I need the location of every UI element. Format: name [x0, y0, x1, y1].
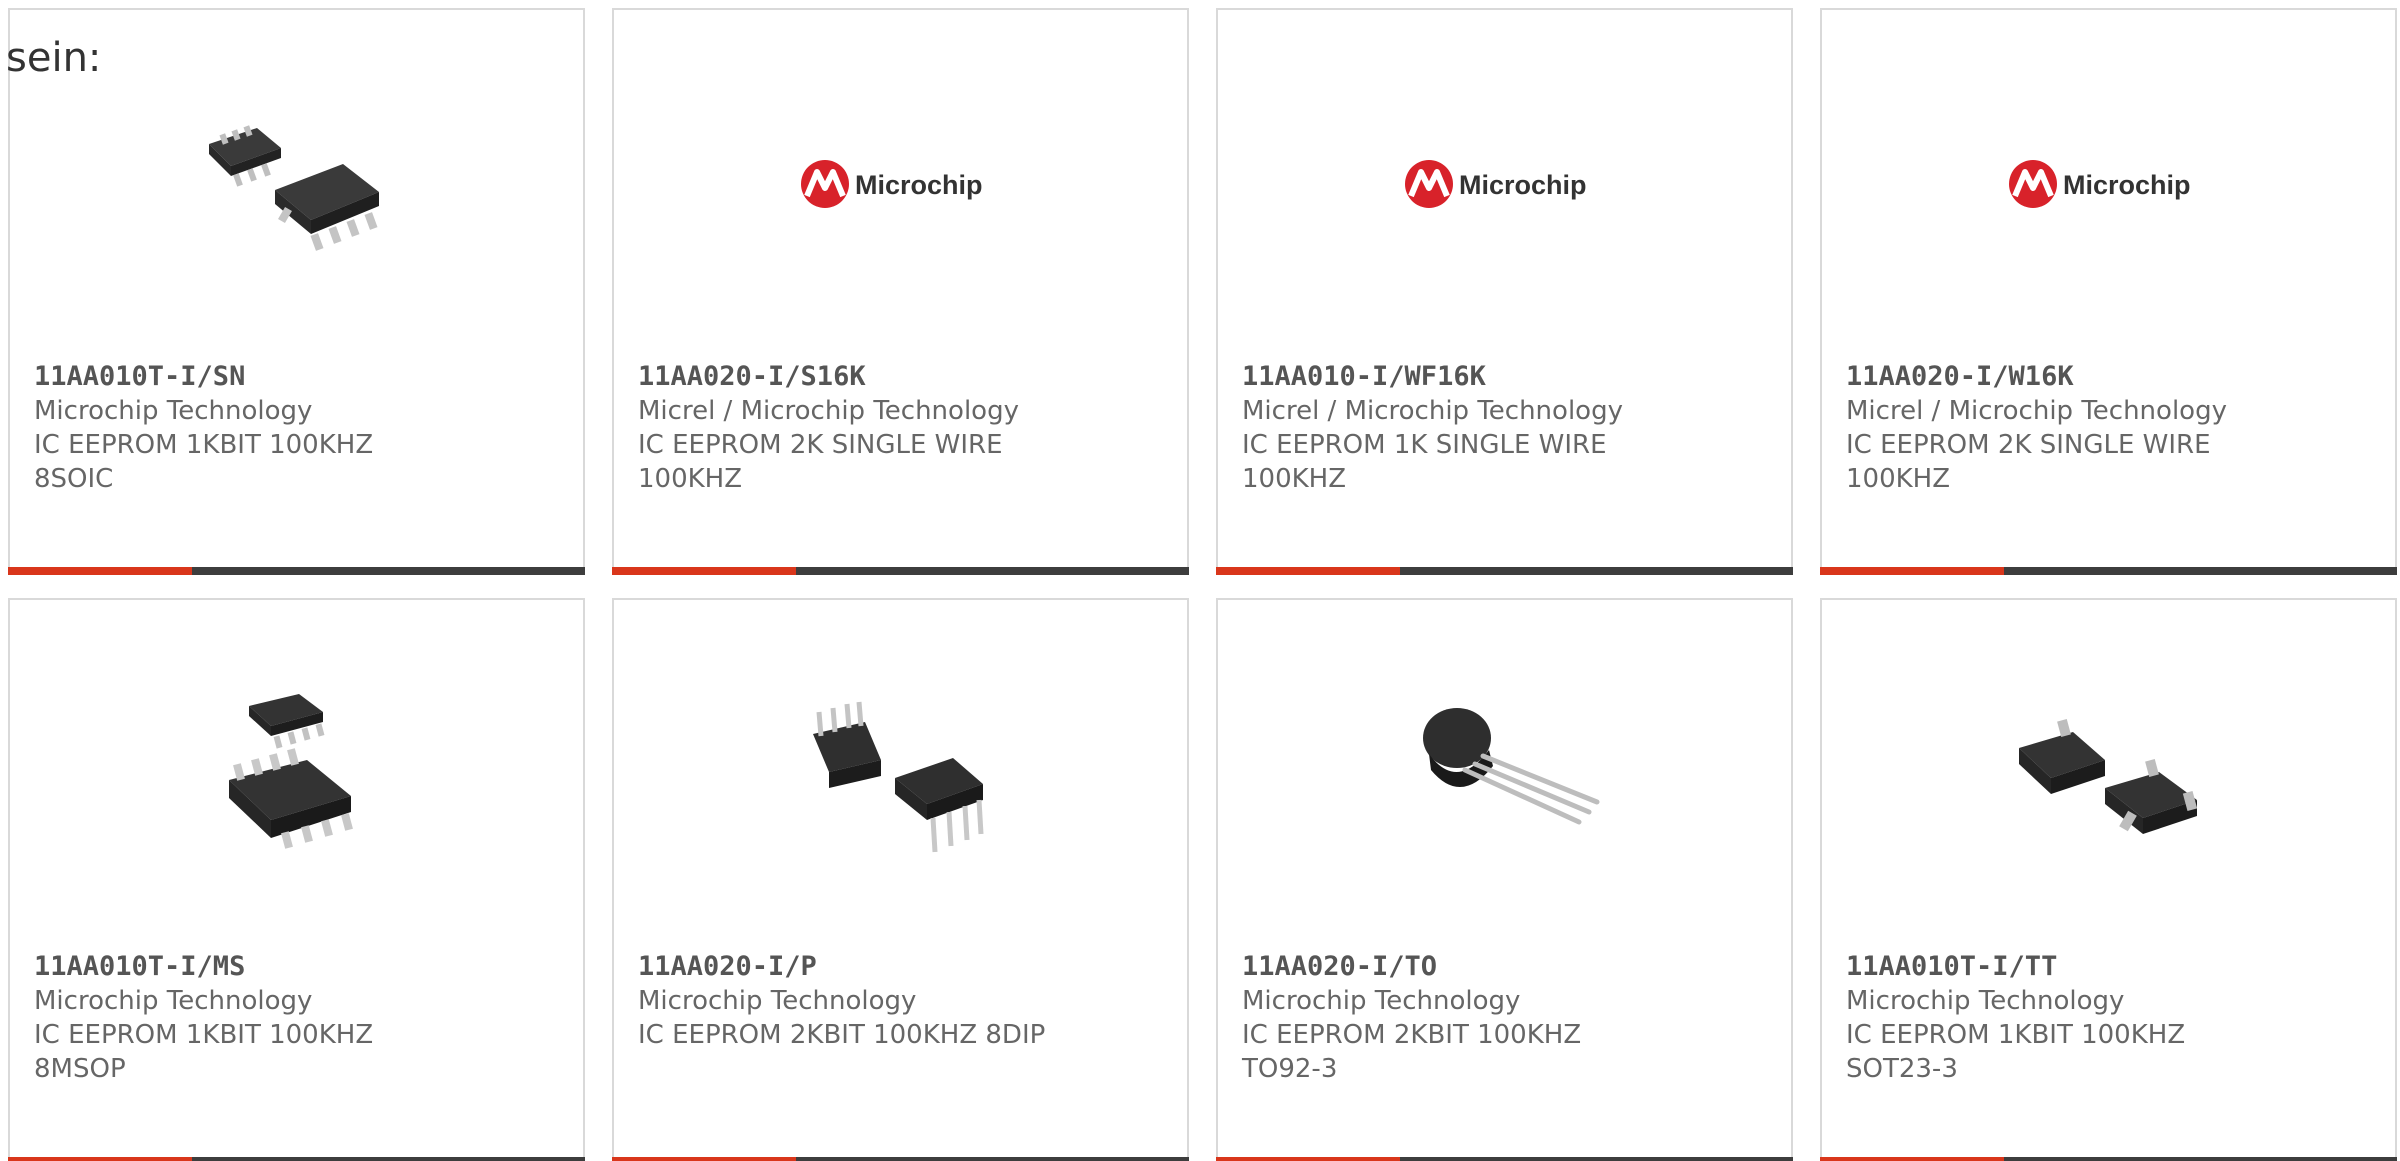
product-info: 11AA020-I/W16K Micrel / Microchip Techno… — [1846, 360, 2266, 496]
manufacturer: Microchip Technology — [1242, 986, 1521, 1016]
sot23-chip-icon — [2006, 672, 2211, 876]
product-info: 11AA020-I/TO Microchip Technology IC EEP… — [1242, 950, 1662, 1086]
description: IC EEPROM 1K SINGLE WIRE 100KHZ — [1242, 430, 1607, 494]
product-card[interactable]: 11AA020-I/P Microchip Technology IC EEPR… — [612, 598, 1189, 1161]
description: IC EEPROM 1KBIT 100KHZ SOT23-3 — [1846, 1020, 2186, 1084]
manufacturer: Microchip Technology — [34, 986, 313, 1016]
card-accent — [8, 1157, 192, 1161]
card-bottom-bar — [612, 567, 1189, 575]
manufacturer: Microchip Technology — [638, 986, 917, 1016]
product-info: 11AA010T-I/TT Microchip Technology IC EE… — [1846, 950, 2266, 1086]
product-info: 11AA020-I/S16K Micrel / Microchip Techno… — [638, 360, 1058, 496]
part-number[interactable]: 11AA010T-I/MS — [34, 951, 245, 982]
part-number[interactable]: 11AA020-I/W16K — [1846, 361, 2074, 392]
card-accent — [1216, 1157, 1400, 1161]
description: IC EEPROM 2KBIT 100KHZ TO92-3 — [1242, 1020, 1582, 1084]
description: IC EEPROM 2K SINGLE WIRE 100KHZ — [1846, 430, 2211, 494]
product-info: 11AA020-I/P Microchip Technology IC EEPR… — [638, 950, 1058, 1052]
description: IC EEPROM 1KBIT 100KHZ 8MSOP — [34, 1020, 374, 1084]
card-bottom-bar — [1216, 567, 1793, 575]
card-accent — [1820, 1157, 2004, 1161]
description: IC EEPROM 2KBIT 100KHZ 8DIP — [638, 1020, 1046, 1050]
product-info: 11AA010-I/WF16K Micrel / Microchip Techn… — [1242, 360, 1662, 496]
card-accent — [1216, 567, 1400, 575]
soic-8-chip-icon — [194, 82, 399, 286]
manufacturer: Micrel / Microchip Technology — [1242, 396, 1623, 426]
card-bottom-bar — [1820, 1157, 2397, 1161]
msop-8-chip-icon — [194, 672, 399, 876]
product-card[interactable]: 11AA010T-I/TT Microchip Technology IC EE… — [1820, 598, 2397, 1161]
description: IC EEPROM 1KBIT 100KHZ 8SOIC — [34, 430, 374, 494]
part-number[interactable]: 11AA020-I/S16K — [638, 361, 866, 392]
microchip-logo-text: Microchip — [855, 170, 983, 200]
card-bottom-bar — [1820, 567, 2397, 575]
part-number[interactable]: 11AA020-I/P — [638, 951, 817, 982]
manufacturer: Micrel / Microchip Technology — [638, 396, 1019, 426]
section-intro-text: sein: — [6, 35, 102, 81]
card-bottom-bar — [8, 1157, 585, 1161]
microchip-logo: Microchip — [1402, 82, 1607, 286]
card-accent — [1820, 567, 2004, 575]
dip-8-chip-icon — [798, 672, 1003, 876]
card-bottom-bar — [1216, 1157, 1793, 1161]
product-info: 11AA010T-I/MS Microchip Technology IC EE… — [34, 950, 454, 1086]
description: IC EEPROM 2K SINGLE WIRE 100KHZ — [638, 430, 1003, 494]
part-number[interactable]: 11AA010-I/WF16K — [1242, 361, 1486, 392]
to92-transistor-icon — [1402, 672, 1607, 876]
microchip-logo: Microchip — [2006, 82, 2211, 286]
product-card[interactable]: Microchip 11AA020-I/W16K Micrel / Microc… — [1820, 8, 2397, 575]
card-accent — [612, 1157, 796, 1161]
product-info: 11AA010T-I/SN Microchip Technology IC EE… — [34, 360, 454, 496]
microchip-logo: Microchip — [798, 82, 1003, 286]
product-card[interactable]: Microchip 11AA020-I/S16K Micrel / Microc… — [612, 8, 1189, 575]
manufacturer: Microchip Technology — [1846, 986, 2125, 1016]
product-grid: 11AA010T-I/SN Microchip Technology IC EE… — [0, 0, 2400, 1161]
part-number[interactable]: 11AA010T-I/TT — [1846, 951, 2057, 982]
card-accent — [8, 567, 192, 575]
card-bottom-bar — [612, 1157, 1189, 1161]
part-number[interactable]: 11AA010T-I/SN — [34, 361, 245, 392]
part-number[interactable]: 11AA020-I/TO — [1242, 951, 1437, 982]
microchip-logo-text: Microchip — [1459, 170, 1587, 200]
manufacturer: Micrel / Microchip Technology — [1846, 396, 2227, 426]
product-card[interactable]: Microchip 11AA010-I/WF16K Micrel / Micro… — [1216, 8, 1793, 575]
microchip-logo-text: Microchip — [2063, 170, 2191, 200]
product-card[interactable]: 11AA010T-I/MS Microchip Technology IC EE… — [8, 598, 585, 1161]
product-card[interactable]: 11AA010T-I/SN Microchip Technology IC EE… — [8, 8, 585, 575]
card-accent — [612, 567, 796, 575]
card-bottom-bar — [8, 567, 585, 575]
manufacturer: Microchip Technology — [34, 396, 313, 426]
product-card[interactable]: 11AA020-I/TO Microchip Technology IC EEP… — [1216, 598, 1793, 1161]
